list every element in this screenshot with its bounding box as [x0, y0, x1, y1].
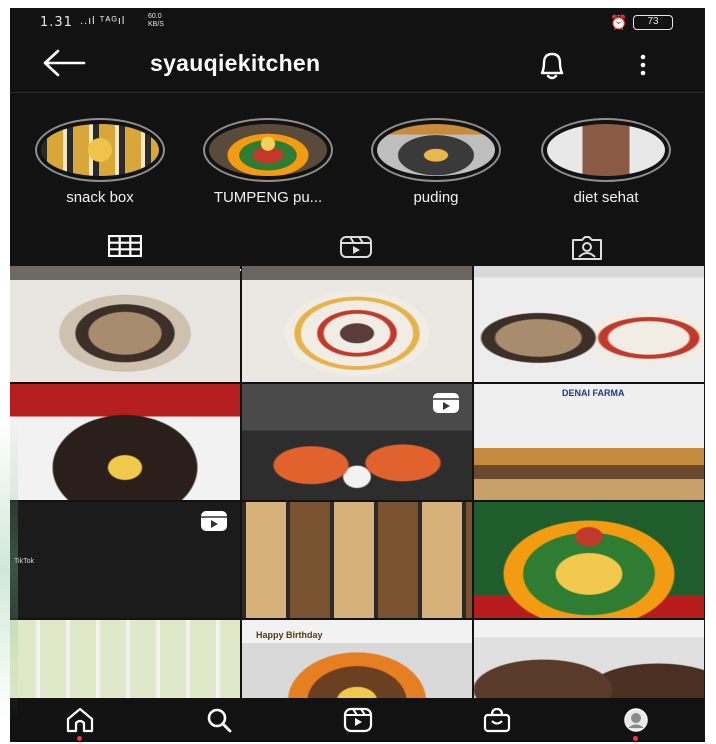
highlight-label: puding [413, 189, 459, 206]
network-speed-unit: KB/S [148, 21, 164, 28]
battery-icon: 73 [633, 15, 673, 30]
highlight-ring [541, 118, 671, 182]
bell-icon[interactable] [532, 48, 572, 82]
highlight-diet-sehat[interactable]: diet sehat [540, 118, 672, 206]
highlight-ring [203, 118, 333, 182]
highlight-label: snack box [66, 189, 134, 206]
app-screen: 1.31 ..ıl ᵀᴬᴳıl 60.0 KB/S ⏰ 73 syauqieki… [10, 8, 705, 742]
grid-post[interactable] [242, 384, 472, 500]
nav-reels[interactable] [288, 698, 427, 742]
grid-post[interactable] [10, 266, 240, 382]
status-time: 1.31 [40, 15, 73, 30]
highlight-cover-image [41, 124, 159, 176]
grid-icon [108, 235, 142, 257]
profile-username: syauqiekitchen [150, 50, 321, 76]
highlight-cover-image [547, 124, 665, 176]
post-caption: DENAI FARMA [562, 388, 625, 398]
notification-dot [633, 736, 638, 741]
reel-badge-icon [433, 393, 459, 413]
highlight-puding[interactable]: puding [370, 118, 502, 206]
highlight-cover-image [377, 124, 495, 176]
tagged-icon [572, 236, 602, 260]
grid-post[interactable] [10, 620, 240, 706]
tab-tagged[interactable] [472, 223, 703, 271]
grid-post[interactable] [474, 266, 704, 382]
notification-dot [77, 736, 82, 741]
back-arrow-icon[interactable] [40, 48, 88, 78]
profile-tabs [10, 223, 705, 271]
grid-post[interactable]: TikTok [10, 502, 240, 618]
grid-post[interactable] [474, 502, 704, 618]
network-speed: 60.0 KB/S [148, 13, 164, 29]
avatar [624, 708, 648, 732]
tab-reels[interactable] [241, 223, 472, 271]
search-icon [207, 708, 232, 733]
highlight-ring [35, 118, 165, 182]
more-options-icon[interactable] [628, 48, 658, 82]
reel-badge-icon [201, 511, 227, 531]
grid-post[interactable] [242, 266, 472, 382]
highlight-cover-image [209, 124, 327, 176]
nav-shop[interactable] [427, 698, 566, 742]
header-divider [10, 92, 705, 93]
alarm-icon: ⏰ [610, 14, 628, 30]
post-grid: DENAI FARMA TikTok Happy Birthday [10, 266, 705, 706]
grid-post[interactable]: Happy Birthday [242, 620, 472, 706]
status-bar: 1.31 ..ıl ᵀᴬᴳıl 60.0 KB/S ⏰ 73 [10, 8, 705, 38]
grid-post[interactable] [474, 620, 704, 706]
grid-post[interactable]: DENAI FARMA [474, 384, 704, 500]
nav-profile[interactable] [566, 698, 705, 742]
watermark-left [0, 420, 18, 720]
profile-header: syauqiekitchen [10, 38, 705, 90]
shop-icon [483, 707, 511, 733]
highlight-label: TUMPENG pu... [213, 189, 323, 206]
highlight-label: diet sehat [573, 189, 639, 206]
tab-grid[interactable] [10, 223, 241, 271]
network-speed-value: 60.0 [148, 13, 162, 20]
home-icon [66, 707, 94, 733]
post-caption: Happy Birthday [256, 630, 323, 640]
grid-post[interactable] [242, 502, 472, 618]
reels-icon [343, 707, 373, 733]
bottom-nav [10, 698, 705, 742]
nav-home[interactable] [10, 698, 149, 742]
signal-icon: ..ıl ᵀᴬᴳıl [80, 15, 126, 27]
grid-post[interactable] [10, 384, 240, 500]
highlight-ring [371, 118, 501, 182]
reels-icon [340, 236, 372, 258]
nav-search[interactable] [149, 698, 288, 742]
highlight-snack-box[interactable]: snack box [34, 118, 166, 206]
highlight-tumpeng[interactable]: TUMPENG pu... [202, 118, 334, 206]
